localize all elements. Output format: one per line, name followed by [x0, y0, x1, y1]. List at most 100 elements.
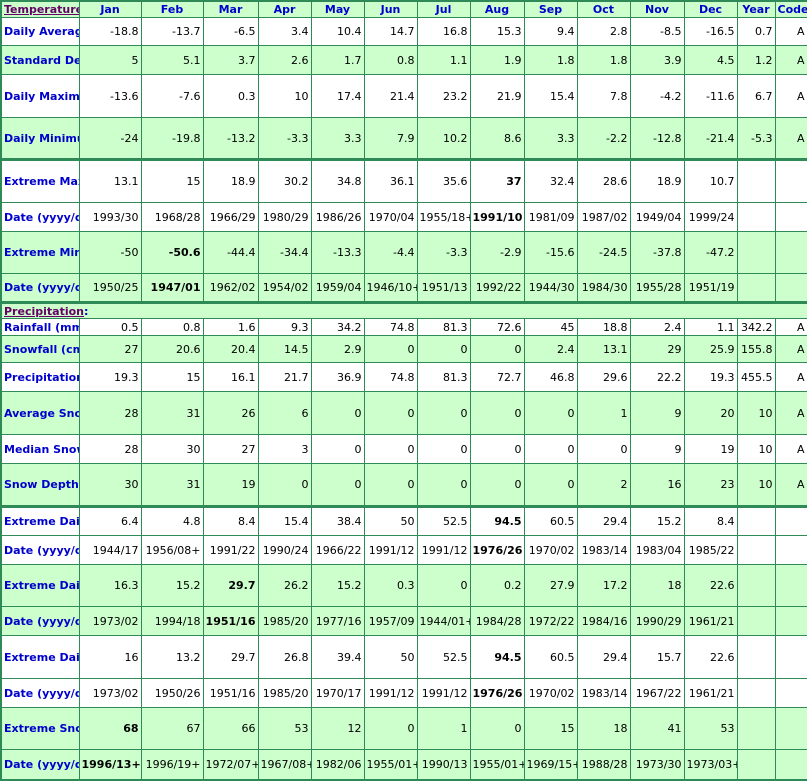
year-cell: [736, 231, 776, 274]
temperature-rows: Daily Average (°C)-18.8-13.7-6.53.410.41…: [0, 17, 807, 303]
year-cell: 342.2: [736, 318, 776, 336]
table-row: Extreme Daily Rainfall (mm)6.44.88.415.4…: [0, 505, 807, 536]
value-cell: 8.4: [683, 505, 738, 536]
value-cell: 1.8: [523, 45, 578, 75]
value-cell: 2.6: [257, 45, 312, 75]
year-cell: [736, 273, 776, 303]
value-cell: 1949/04: [629, 202, 685, 232]
value-cell: 29.7: [202, 564, 259, 607]
temperature-section-header: Temperature:: [0, 0, 80, 18]
table-row: Date (yyyy/dd)1973/021994/181951/161985/…: [0, 606, 807, 636]
row-label-precipitation: Precipitation (mm): [0, 362, 80, 392]
col-header-oct: Oct: [576, 0, 631, 18]
value-cell: 4.8: [140, 505, 204, 536]
row-label-date: Date (yyyy/dd): [0, 749, 80, 780]
value-cell: 1.6: [202, 318, 259, 336]
value-cell: 81.3: [416, 318, 471, 336]
temperature-section-link[interactable]: Temperature: [4, 3, 78, 16]
value-cell: -13.2: [202, 117, 259, 160]
value-cell: -19.8: [140, 117, 204, 160]
value-cell: 52.5: [416, 505, 471, 536]
value-cell: 1.7: [310, 45, 365, 75]
value-cell: 12: [310, 707, 365, 750]
value-cell: 27.9: [523, 564, 578, 607]
table-row: Standard Deviation55.13.72.61.70.81.11.9…: [0, 45, 807, 75]
table-row: Date (yyyy/dd)1996/13+1996/19+1972/07+19…: [0, 749, 807, 780]
code-cell: A: [774, 335, 807, 363]
value-cell: 1957/09: [363, 606, 418, 636]
value-cell: 1951/16: [202, 678, 259, 708]
table-row: Median Snow Depth (cm)283027300000091910…: [0, 434, 807, 464]
value-cell: 1993/30: [78, 202, 142, 232]
value-cell: 1991/12: [363, 678, 418, 708]
value-cell: -2.2: [576, 117, 631, 160]
col-header-year: Year: [736, 0, 776, 18]
value-cell: 1984/28: [469, 606, 525, 636]
code-cell: A: [774, 434, 807, 464]
value-cell: 16: [78, 635, 142, 679]
code-cell: A: [774, 17, 807, 46]
row-label-date: Date (yyyy/dd): [0, 606, 80, 636]
year-cell: 0.7: [736, 17, 776, 46]
precipitation-section-link[interactable]: Precipitation: [4, 306, 84, 318]
value-cell: 0: [363, 434, 418, 464]
value-cell: 1991/12: [416, 535, 471, 565]
year-cell: [736, 535, 776, 565]
col-header-may: May: [310, 0, 365, 18]
value-cell: 0: [363, 391, 418, 435]
value-cell: 1983/14: [576, 535, 631, 565]
value-cell: -50: [78, 231, 142, 274]
value-cell: 21.7: [257, 362, 312, 392]
value-cell: 81.3: [416, 362, 471, 392]
table-row: Date (yyyy/dd)1973/021950/261951/161985/…: [0, 678, 807, 708]
precipitation-rows: Rainfall (mm)0.50.81.69.334.274.881.372.…: [0, 318, 807, 780]
value-cell: 67: [140, 707, 204, 750]
row-label-extreme-daily-precipitation: Extreme Daily Precipitation (mm): [0, 635, 80, 679]
value-cell: 25.9: [683, 335, 738, 363]
code-cell: [774, 707, 807, 750]
year-cell: 10: [736, 463, 776, 507]
value-cell: 20.4: [202, 335, 259, 363]
table-row: Snow Depth at Month-end (cm)303119000000…: [0, 463, 807, 507]
value-cell: 3: [257, 434, 312, 464]
value-cell: 0: [523, 434, 578, 464]
value-cell: 1972/07+: [202, 749, 259, 780]
value-cell: 18: [629, 564, 685, 607]
value-cell: -13.6: [78, 74, 142, 118]
value-cell: -50.6: [140, 231, 204, 274]
value-cell: 1970/02: [523, 678, 578, 708]
value-cell: 13.2: [140, 635, 204, 679]
value-cell: 1955/01+: [363, 749, 418, 780]
value-cell: 20: [683, 391, 738, 435]
code-cell: [774, 635, 807, 679]
value-cell: 1951/19: [683, 273, 738, 303]
value-cell: 1990/24: [257, 535, 312, 565]
value-cell: 0: [416, 463, 471, 507]
table-row: Date (yyyy/dd)1944/171956/08+1991/221990…: [0, 535, 807, 565]
value-cell: 1984/16: [576, 606, 631, 636]
value-cell: 2.4: [629, 318, 685, 336]
value-cell: 35.6: [416, 158, 471, 203]
code-cell: A: [774, 391, 807, 435]
value-cell: -21.4: [683, 117, 738, 160]
value-cell: 1951/13: [416, 273, 471, 303]
value-cell: 29: [629, 335, 685, 363]
value-cell: 9: [629, 391, 685, 435]
row-label-extreme-daily-snowfall: Extreme Daily Snowfall (cm): [0, 564, 80, 607]
value-cell: 0.3: [202, 74, 259, 118]
value-cell: 1944/17: [78, 535, 142, 565]
value-cell: 66: [202, 707, 259, 750]
value-cell: 2.9: [310, 335, 365, 363]
value-cell: 22.6: [683, 564, 738, 607]
value-cell: 1992/22: [469, 273, 525, 303]
value-cell: 28: [78, 434, 142, 464]
value-cell: 15.3: [469, 17, 525, 46]
row-label-rainfall: Rainfall (mm): [0, 318, 80, 336]
table-row: Extreme Daily Precipitation (mm)1613.229…: [0, 635, 807, 679]
value-cell: 1969/15+: [523, 749, 578, 780]
climate-normals-table: Temperature: Jan Feb Mar Apr May Jun Jul…: [0, 0, 807, 781]
code-cell: A: [774, 117, 807, 160]
code-cell: [774, 564, 807, 607]
value-cell: 2: [576, 463, 631, 507]
value-cell: 16.8: [416, 17, 471, 46]
